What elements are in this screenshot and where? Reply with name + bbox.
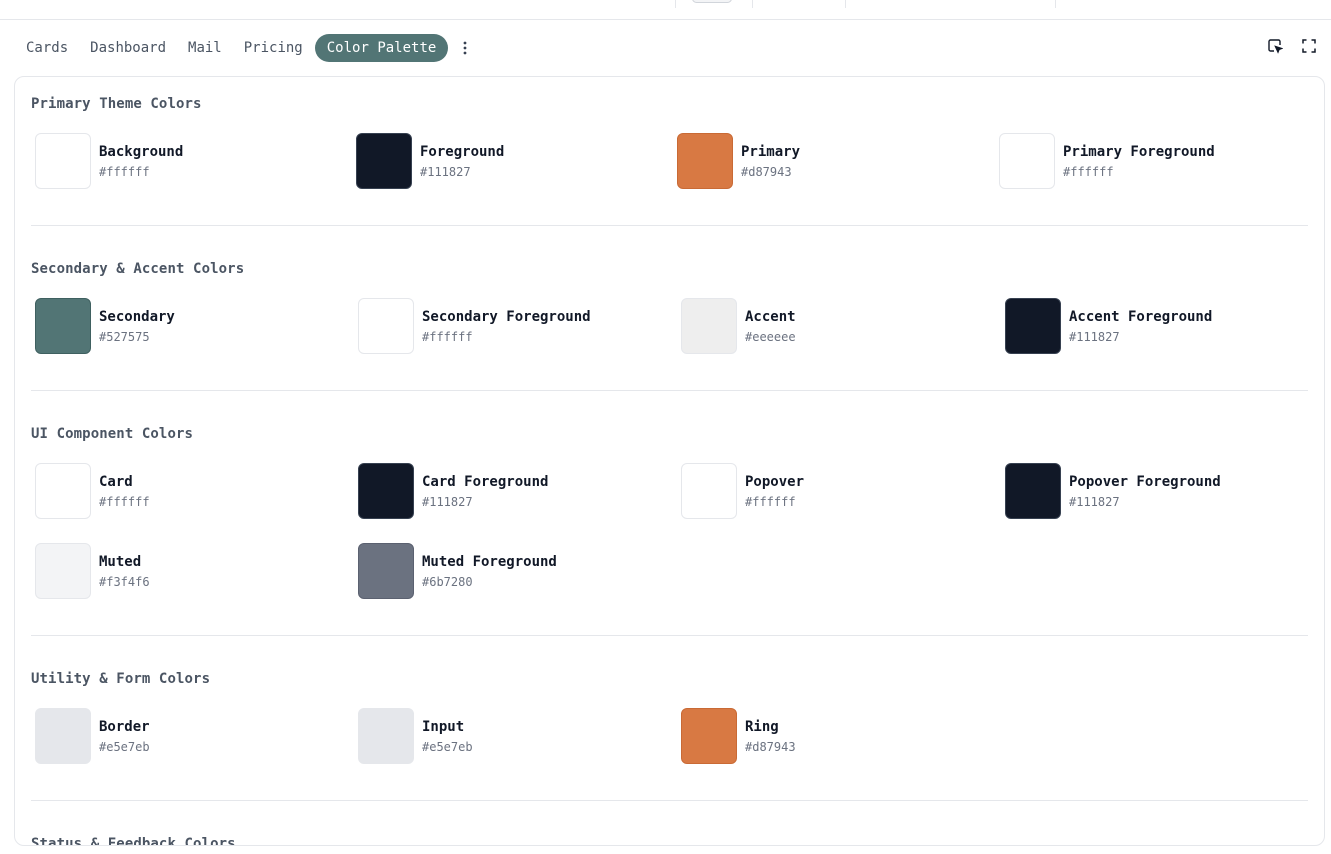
color-swatch-muted: Muted #f3f4f6 (35, 543, 150, 599)
top-toolbar (0, 0, 1331, 20)
color-hex: #ffffff (99, 494, 150, 509)
color-name: Accent (745, 308, 796, 325)
section-title: Secondary & Accent Colors (31, 261, 245, 277)
section-title: UI Component Colors (31, 426, 194, 442)
color-swatch-input: Input #e5e7eb (358, 708, 473, 764)
toggle-handle[interactable] (692, 0, 732, 3)
color-name: Foreground (420, 143, 505, 160)
swatch-chip (681, 708, 737, 764)
color-hex: #eeeeee (745, 329, 796, 344)
toolbar-divider (1055, 0, 1056, 8)
section-divider (31, 390, 1308, 391)
color-hex: #d87943 (741, 164, 792, 179)
swatch-chip (358, 463, 414, 519)
color-swatch-accent: Accent #eeeeee (681, 298, 796, 354)
swatch-chip (358, 543, 414, 599)
color-swatch-border: Border #e5e7eb (35, 708, 150, 764)
tab-mail[interactable]: Mail (177, 34, 233, 62)
preview-tools (1267, 38, 1317, 54)
section-divider (31, 800, 1308, 801)
section-title: Primary Theme Colors (31, 96, 202, 112)
color-swatch-accent-foreground: Accent Foreground #111827 (1005, 298, 1212, 354)
color-hex: #ffffff (745, 494, 796, 509)
color-name: Muted (99, 553, 142, 570)
tab-dashboard[interactable]: Dashboard (79, 34, 177, 62)
color-hex: #f3f4f6 (99, 574, 150, 589)
swatch-chip (681, 463, 737, 519)
swatch-chip (35, 133, 91, 189)
swatch-chip (1005, 463, 1061, 519)
swatch-chip (35, 298, 91, 354)
color-swatch-secondary: Secondary #527575 (35, 298, 175, 354)
color-name: Background (99, 143, 184, 160)
swatch-chip (35, 463, 91, 519)
color-hex: #e5e7eb (422, 739, 473, 754)
swatch-chip (356, 133, 412, 189)
color-name: Primary (741, 143, 801, 160)
color-swatch-primary-foreground: Primary Foreground #ffffff (999, 133, 1215, 189)
swatch-chip (1005, 298, 1061, 354)
color-hex: #d87943 (745, 739, 796, 754)
color-hex: #111827 (1069, 329, 1120, 344)
section-title: Status & Feedback Colors (31, 836, 236, 846)
color-palette-panel: Primary Theme Colors Background #ffffff F… (14, 76, 1325, 846)
swatch-chip (358, 708, 414, 764)
color-swatch-popover-foreground: Popover Foreground #111827 (1005, 463, 1221, 519)
preview-tabs: Cards Dashboard Mail Pricing Color Palet… (15, 34, 476, 62)
color-swatch-background: Background #ffffff (35, 133, 183, 189)
swatch-chip (677, 133, 733, 189)
color-hex: #ffffff (422, 329, 473, 344)
color-name: Card (99, 473, 133, 490)
color-name: Ring (745, 718, 779, 735)
swatch-chip (681, 298, 737, 354)
swatch-chip (35, 543, 91, 599)
color-name: Accent Foreground (1069, 308, 1213, 325)
toolbar-divider (752, 0, 753, 8)
color-name: Muted Foreground (422, 553, 557, 570)
swatch-chip (999, 133, 1055, 189)
color-swatch-ring: Ring #d87943 (681, 708, 796, 764)
color-name: Secondary Foreground (422, 308, 591, 325)
tab-pricing[interactable]: Pricing (233, 34, 314, 62)
color-name: Popover Foreground (1069, 473, 1221, 490)
more-vertical-icon[interactable] (454, 34, 476, 62)
color-hex: #ffffff (1063, 164, 1114, 179)
section-divider (31, 225, 1308, 226)
color-swatch-secondary-foreground: Secondary Foreground #ffffff (358, 298, 591, 354)
swatch-chip (35, 708, 91, 764)
tab-color-palette[interactable]: Color Palette (314, 34, 449, 62)
color-hex: #e5e7eb (99, 739, 150, 754)
color-hex: #6b7280 (422, 574, 473, 589)
tab-cards[interactable]: Cards (15, 34, 79, 62)
color-swatch-popover: Popover #ffffff (681, 463, 804, 519)
color-swatch-card-foreground: Card Foreground #111827 (358, 463, 548, 519)
color-hex: #111827 (1069, 494, 1120, 509)
color-hex: #111827 (422, 494, 473, 509)
swatch-chip (358, 298, 414, 354)
cursor-select-icon[interactable] (1267, 38, 1283, 54)
color-name: Popover (745, 473, 805, 490)
color-hex: #111827 (420, 164, 471, 179)
color-swatch-muted-foreground: Muted Foreground #6b7280 (358, 543, 557, 599)
color-name: Border (99, 718, 150, 735)
color-name: Input (422, 718, 465, 735)
color-name: Card Foreground (422, 473, 549, 490)
toolbar-divider (845, 0, 846, 8)
color-swatch-card: Card #ffffff (35, 463, 150, 519)
color-name: Primary Foreground (1063, 143, 1215, 160)
color-swatch-primary: Primary #d87943 (677, 133, 800, 189)
color-name: Secondary (99, 308, 175, 325)
color-hex: #527575 (99, 329, 150, 344)
section-title: Utility & Form Colors (31, 671, 211, 687)
color-hex: #ffffff (99, 164, 150, 179)
fullscreen-icon[interactable] (1301, 38, 1317, 54)
section-divider (31, 635, 1308, 636)
color-swatch-foreground: Foreground #111827 (356, 133, 504, 189)
toolbar-divider (675, 0, 676, 8)
